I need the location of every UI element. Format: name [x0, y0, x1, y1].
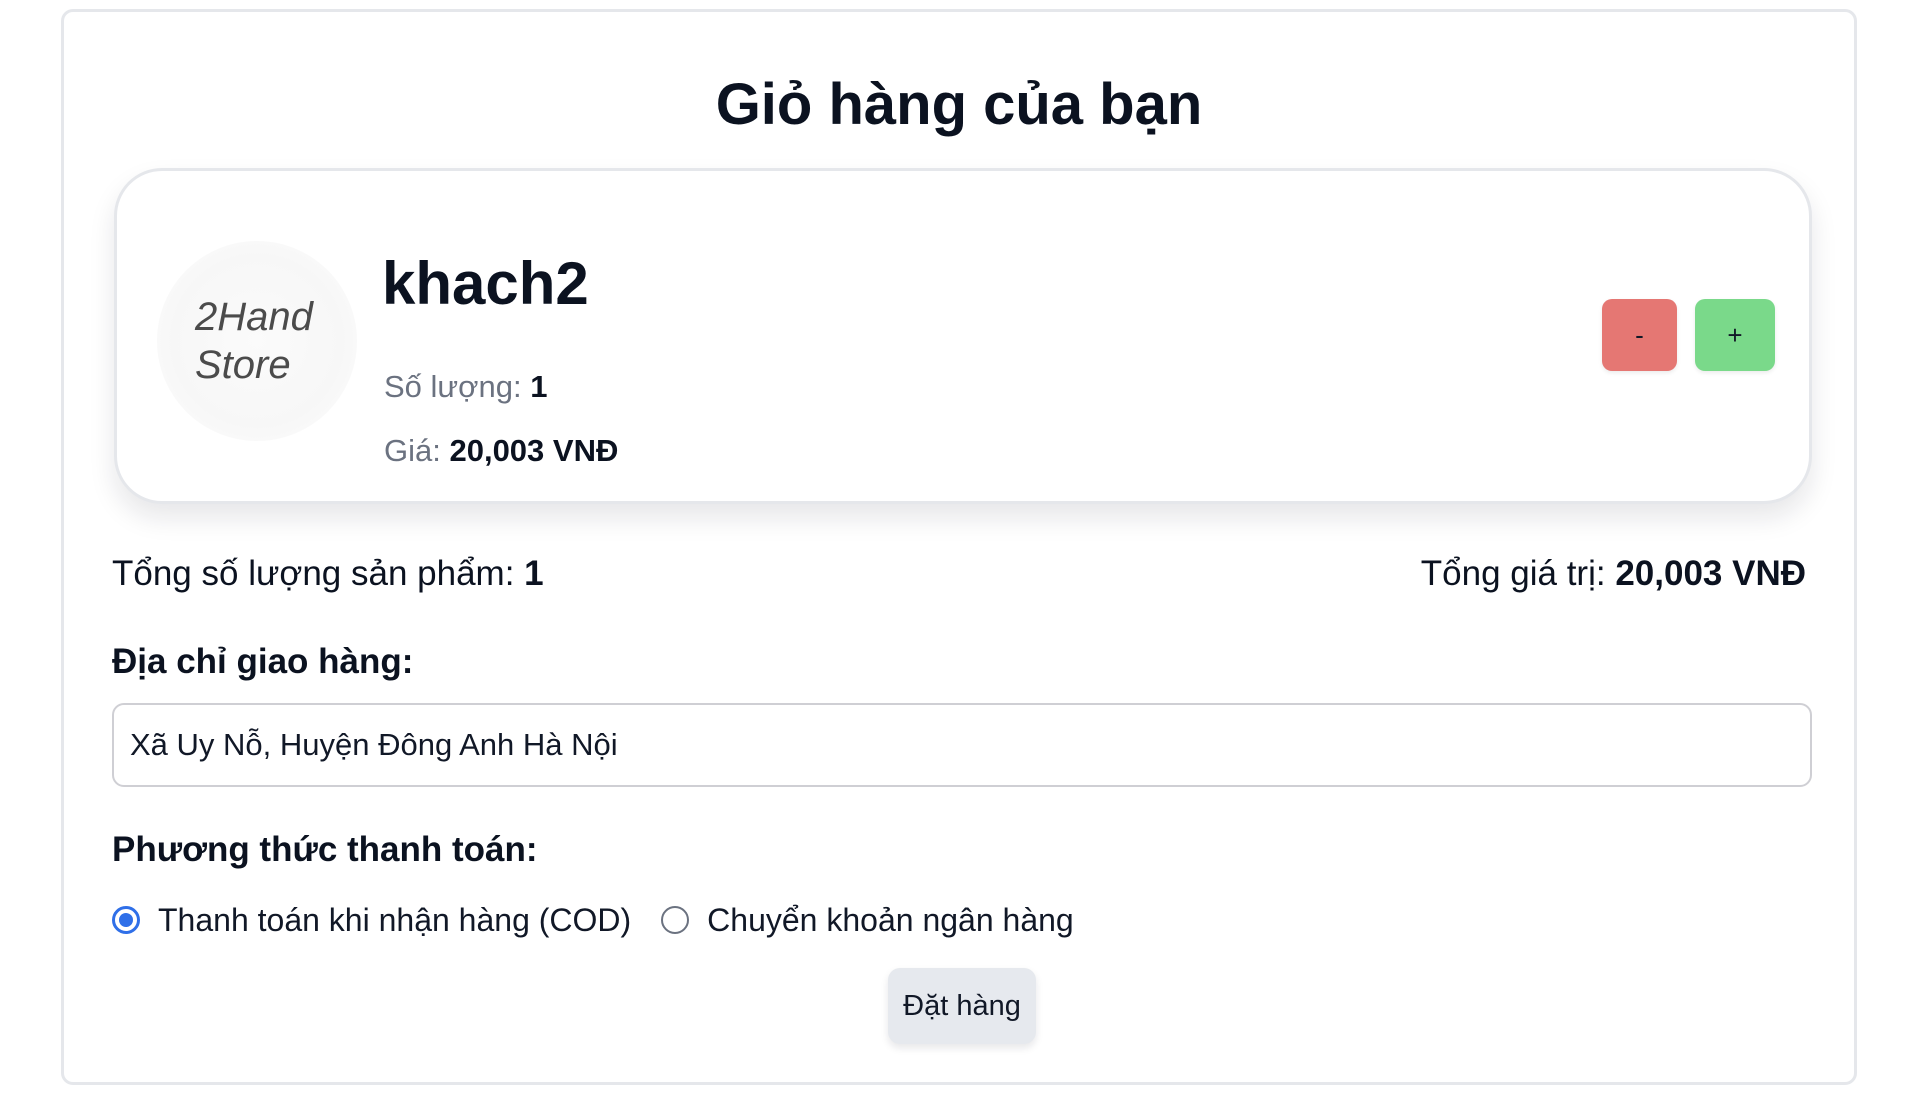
page: Giỏ hàng của bạn 2Hand Store khach2 Số l… — [0, 0, 1918, 1096]
total-quantity-label: Tổng số lượng sản phẩm: — [112, 554, 525, 593]
quantity-label: Số lượng: — [384, 369, 531, 404]
radio-cod[interactable] — [112, 906, 140, 934]
decrease-quantity-button[interactable]: - — [1602, 299, 1677, 371]
price-value: 20,003 VNĐ — [449, 433, 619, 468]
payment-option-cod[interactable]: Thanh toán khi nhận hàng (COD) — [112, 900, 631, 940]
cart-item-card: 2Hand Store khach2 Số lượng: 1 Giá: 20,0… — [114, 168, 1812, 504]
cart-container: Giỏ hàng của bạn 2Hand Store khach2 Số l… — [61, 9, 1857, 1085]
increase-quantity-button[interactable]: + — [1695, 299, 1775, 371]
payment-option-cod-label: Thanh toán khi nhận hàng (COD) — [158, 902, 632, 938]
payment-method-options: Thanh toán khi nhận hàng (COD) Chuyển kh… — [112, 898, 1104, 942]
payment-option-bank-transfer-label: Chuyển khoản ngân hàng — [707, 902, 1074, 938]
total-quantity-value: 1 — [524, 554, 544, 593]
price-label: Giá: — [384, 433, 450, 468]
shipping-address-input[interactable] — [112, 703, 1812, 787]
shipping-address-label: Địa chỉ giao hàng: — [112, 642, 414, 681]
total-value-label: Tổng giá trị: — [1420, 554, 1616, 593]
page-title: Giỏ hàng của bạn — [715, 72, 1203, 137]
radio-bank-transfer[interactable] — [661, 906, 690, 934]
store-logo-text: 2Hand Store — [195, 295, 313, 387]
place-order-button[interactable]: Đặt hàng — [888, 968, 1036, 1044]
product-quantity: Số lượng: 1 — [384, 367, 547, 407]
total-quantity: Tổng số lượng sản phẩm: 1 — [112, 552, 544, 596]
product-thumbnail: 2Hand Store — [157, 241, 357, 441]
total-value: Tổng giá trị: 20,003 VNĐ — [1421, 552, 1806, 596]
quantity-value: 1 — [530, 369, 548, 404]
product-name: khach2 — [382, 250, 589, 317]
product-price: Giá: 20,003 VNĐ — [384, 431, 618, 471]
payment-method-label: Phương thức thanh toán: — [112, 830, 538, 869]
payment-option-bank-transfer[interactable]: Chuyển khoản ngân hàng — [661, 900, 1074, 940]
total-value-amount: 20,003 VNĐ — [1615, 554, 1806, 593]
